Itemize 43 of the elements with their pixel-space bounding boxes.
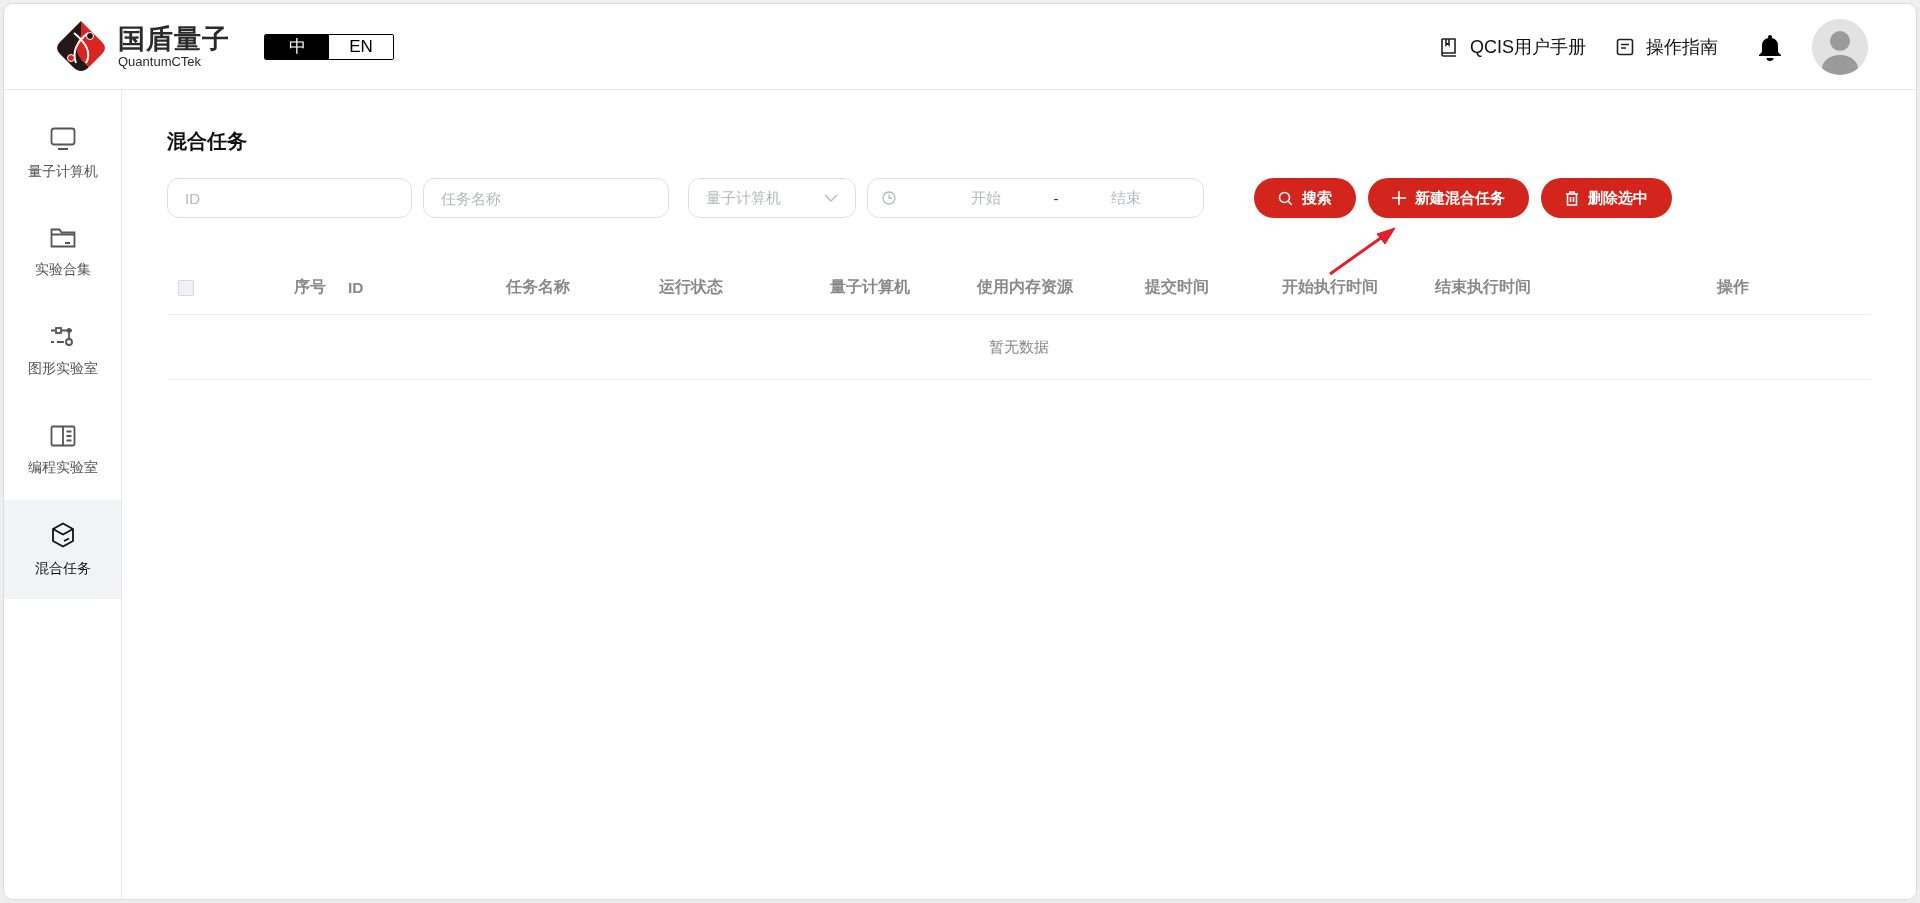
column-header: 结束执行时间 <box>1435 277 1532 297</box>
delete-button[interactable]: 删除选中 <box>1541 178 1672 218</box>
language-tab[interactable]: 中 <box>265 34 329 59</box>
folder-icon <box>49 226 76 249</box>
split-panel-icon <box>49 424 76 447</box>
column-header: 序号 <box>294 277 327 297</box>
header-link[interactable]: 操作指南 <box>1616 34 1718 59</box>
sidebar-item[interactable]: 实验合集 <box>4 203 121 302</box>
chevron-down-icon <box>824 194 838 202</box>
empty-message: 暂无数据 <box>989 337 1049 357</box>
column-header: 使用内存资源 <box>977 277 1074 297</box>
sidebar-item[interactable]: 混合任务 <box>4 500 121 599</box>
bell-icon[interactable] <box>1758 32 1782 61</box>
book-icon <box>1440 36 1458 57</box>
sidebar-item[interactable]: 量子计算机 <box>4 104 121 203</box>
logo-subtitle: QuantumCTek <box>118 54 203 68</box>
clock-icon <box>882 191 896 205</box>
column-header: ID <box>348 278 365 297</box>
annotation-arrow <box>1327 225 1399 277</box>
column-header: 开始执行时间 <box>1282 277 1379 297</box>
date-range-field[interactable]: 开始 - 结束 <box>867 178 1204 218</box>
trash-icon <box>1565 190 1579 206</box>
search-button[interactable]: 搜索 <box>1254 178 1356 218</box>
monitor-icon <box>49 126 76 151</box>
cube-icon <box>50 521 75 548</box>
sidebar-item[interactable]: 图形实验室 <box>4 302 121 401</box>
logo-name: 国盾量子 <box>118 25 230 55</box>
sidebar-item[interactable]: 编程实验室 <box>4 401 121 500</box>
column-header: 任务名称 <box>506 277 571 297</box>
search-icon <box>1278 190 1293 206</box>
page-title: 混合任务 <box>167 129 248 154</box>
task-name-field[interactable]: 任务名称 <box>423 178 669 218</box>
select-all-checkbox[interactable] <box>178 279 194 296</box>
id-field[interactable]: ID <box>167 178 412 218</box>
header-link[interactable]: QCIS用户手册 <box>1440 34 1586 59</box>
circuit-icon <box>49 325 76 348</box>
column-header: 量子计算机 <box>830 277 911 297</box>
column-header: 运行状态 <box>659 277 724 297</box>
add-button[interactable]: 新建混合任务 <box>1368 178 1529 218</box>
plus-icon <box>1392 191 1406 205</box>
document-icon <box>1616 37 1634 56</box>
column-header: 操作 <box>1717 277 1750 297</box>
column-header: 提交时间 <box>1145 277 1210 297</box>
